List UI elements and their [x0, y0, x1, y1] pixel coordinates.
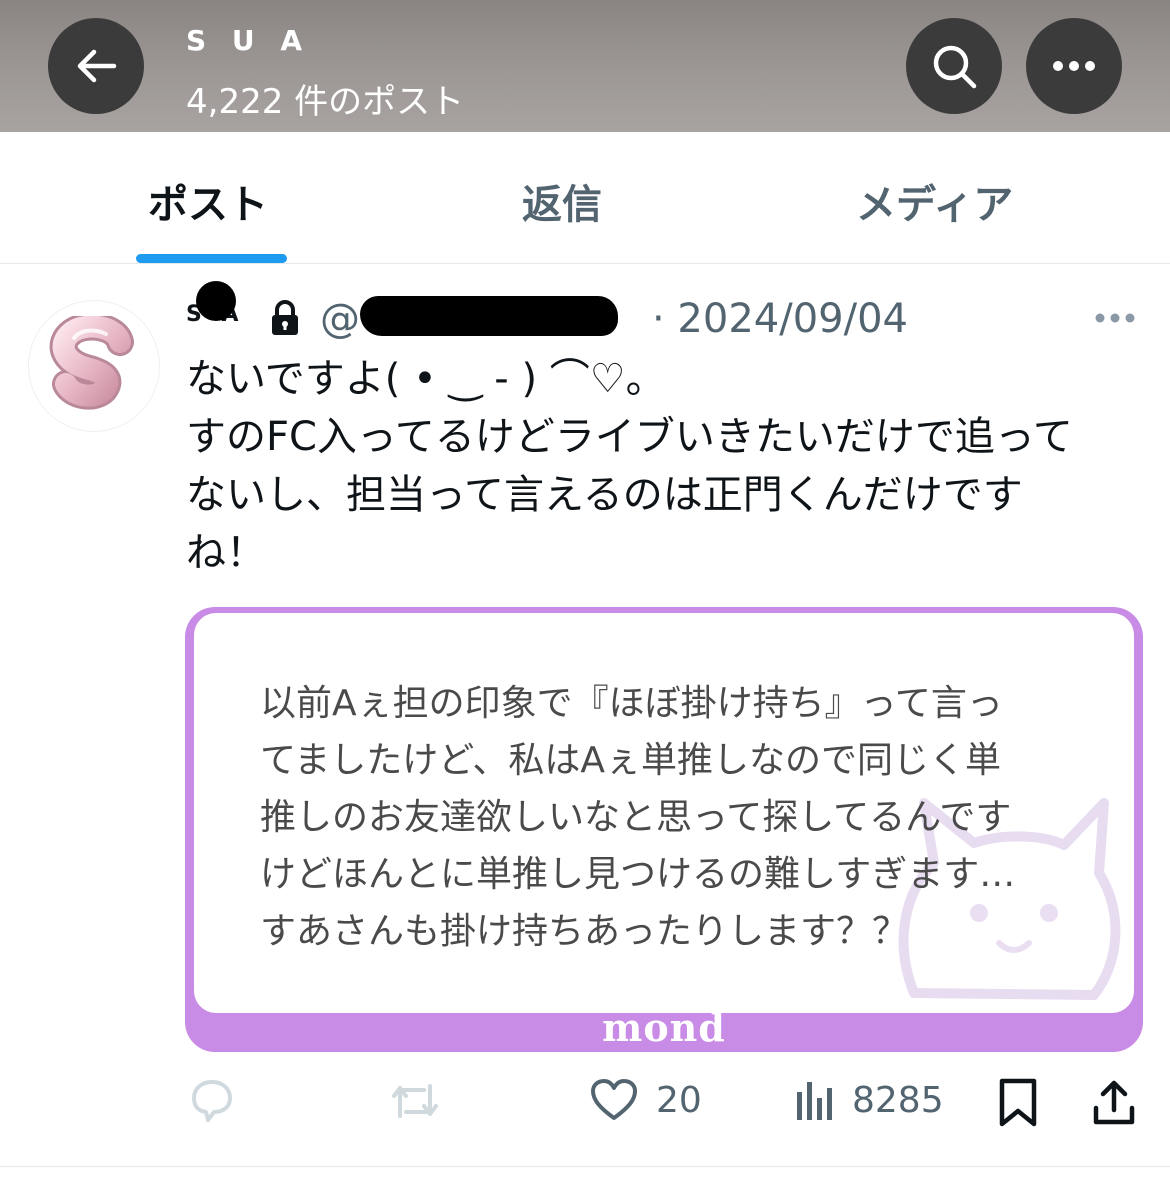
redaction-bar — [360, 296, 618, 336]
views-chart-icon — [797, 1082, 832, 1120]
mond-logo: mond — [602, 1005, 726, 1050]
post-meta: S A @ · 2024/09/04 — [186, 290, 1146, 350]
more-horizontal-icon — [1053, 61, 1095, 71]
card-question-text: 以前Aぇ担の印象で『ほぼ掛け持ち』って言っ てましたけど、私はAぇ単推しなので同… — [260, 683, 1016, 952]
profile-tabs: ポスト 返信 メディア — [0, 132, 1170, 264]
card-content: 以前Aぇ担の印象で『ほぼ掛け持ち』って言っ てましたけど、私はAぇ単推しなので同… — [194, 613, 1134, 1013]
heart-icon — [591, 1079, 637, 1120]
more-horizontal-icon[interactable] — [1094, 312, 1136, 324]
like-count: 20 — [656, 1079, 702, 1121]
views-button[interactable]: 8285 — [794, 1078, 944, 1122]
search-icon — [933, 45, 977, 89]
mond-question-card[interactable]: 以前Aぇ担の印象で『ほぼ掛け持ち』って言っ てましたけど、私はAぇ単推しなので同… — [185, 607, 1143, 1052]
balloon-letter-s-icon — [49, 316, 134, 410]
arrow-left-icon — [77, 49, 117, 83]
view-count: 8285 — [852, 1079, 944, 1121]
tab-posts[interactable]: ポスト — [148, 172, 268, 230]
avatar[interactable] — [28, 300, 160, 432]
like-button[interactable]: 20 — [590, 1078, 702, 1122]
repost-button[interactable] — [388, 1078, 442, 1124]
redaction-mark — [196, 281, 236, 321]
bookmark-button[interactable] — [998, 1078, 1038, 1128]
bookmark-icon — [999, 1078, 1037, 1127]
active-tab-indicator — [136, 254, 287, 263]
author-handle[interactable]: @ — [320, 296, 360, 342]
more-options-button[interactable] — [1026, 18, 1122, 114]
back-button[interactable] — [48, 18, 144, 114]
lock-icon — [272, 300, 298, 335]
share-icon — [1093, 1080, 1135, 1125]
post-body-text: ないですよ( • ‿ - ) ⌒♡。 すのFC入ってるけどライブいきたいだけで追… — [186, 356, 1073, 576]
tab-replies[interactable]: 返信 — [522, 172, 602, 230]
reply-icon — [192, 1080, 232, 1122]
post-actions: 20 8285 — [0, 1070, 1170, 1140]
profile-name-title: S U A — [186, 24, 311, 57]
profile-header: S U A 4,222 件のポスト — [0, 0, 1170, 132]
tab-media[interactable]: メディア — [856, 172, 1013, 230]
repost-icon — [392, 1084, 438, 1118]
post-count: 4,222 件のポスト — [186, 82, 465, 122]
share-button[interactable] — [1092, 1078, 1136, 1126]
reply-button[interactable] — [186, 1078, 236, 1124]
post-date[interactable]: · 2024/09/04 — [652, 296, 908, 342]
search-button[interactable] — [906, 18, 1002, 114]
post-divider — [0, 1166, 1170, 1167]
